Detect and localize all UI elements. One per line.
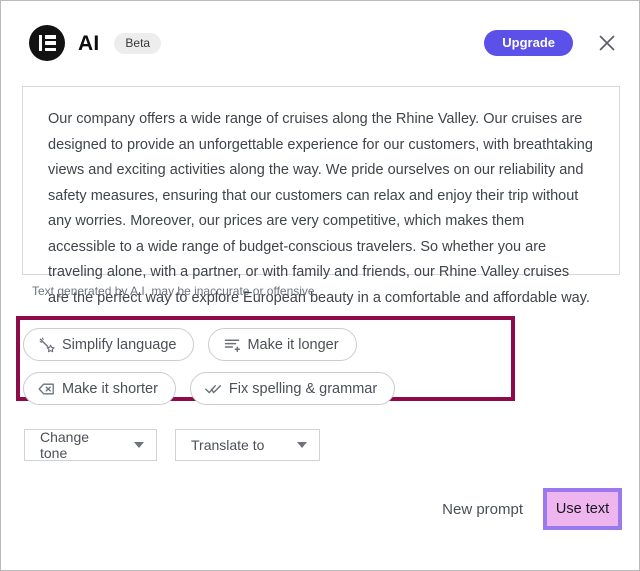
chevron-down-icon	[134, 442, 144, 448]
generated-text-box[interactable]: Our company offers a wide range of cruis…	[22, 86, 620, 306]
elementor-logo-icon	[29, 25, 65, 61]
logo-lines	[44, 35, 56, 51]
action-chips-group: Simplify language Make it longer Make it…	[23, 328, 503, 405]
chip-simplify-language[interactable]: Simplify language	[23, 328, 195, 361]
beta-badge: Beta	[114, 32, 162, 54]
chip-label: Make it shorter	[62, 380, 158, 397]
upgrade-button[interactable]: Upgrade	[484, 30, 573, 56]
backspace-icon	[38, 380, 55, 397]
change-tone-label: Change tone	[40, 429, 90, 461]
chevron-down-icon	[297, 442, 307, 448]
use-text-button[interactable]: Use text	[543, 488, 622, 530]
translate-to-dropdown[interactable]: Translate to	[175, 429, 320, 461]
page-title: AI	[78, 31, 100, 55]
add-lines-icon	[223, 336, 240, 353]
chip-make-it-shorter[interactable]: Make it shorter	[23, 372, 176, 405]
use-text-label: Use text	[555, 500, 610, 517]
generated-text-body: Our company offers a wide range of cruis…	[48, 111, 593, 306]
logo-mark	[38, 35, 56, 51]
header-actions: Upgrade	[484, 30, 619, 56]
translate-to-label: Translate to	[191, 437, 265, 453]
magic-wand-icon	[38, 336, 55, 353]
chip-make-it-longer[interactable]: Make it longer	[208, 328, 357, 361]
dropdown-group: Change tone Translate to	[24, 429, 320, 461]
chip-fix-spelling-grammar[interactable]: Fix spelling & grammar	[189, 372, 396, 405]
chip-label: Simplify language	[62, 336, 177, 353]
dialog-header: AI Beta Upgrade	[1, 1, 639, 85]
logo-bar	[38, 35, 42, 51]
ai-dialog-window: AI Beta Upgrade Our company offers a wid…	[0, 0, 640, 571]
chip-label: Fix spelling & grammar	[228, 380, 378, 397]
brand-group: AI Beta	[29, 25, 162, 61]
ai-disclaimer: Text generated by A.I. may be inaccurate…	[32, 284, 318, 298]
change-tone-dropdown[interactable]: Change tone	[24, 429, 157, 461]
double-check-icon	[205, 380, 222, 397]
close-icon[interactable]	[595, 31, 619, 55]
new-prompt-button[interactable]: New prompt	[442, 501, 523, 518]
chip-label: Make it longer	[247, 336, 339, 353]
dialog-footer: New prompt Use text	[442, 488, 622, 530]
